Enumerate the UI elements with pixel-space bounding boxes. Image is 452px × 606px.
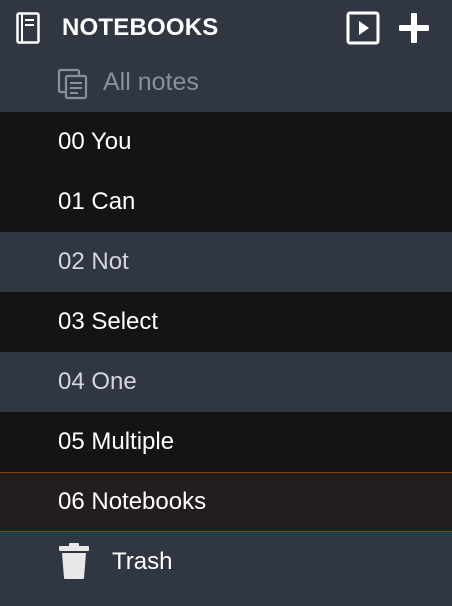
trash-icon [58,542,90,580]
notebook-item[interactable]: 00 You [0,112,452,172]
notebooks-title: NOTEBOOKS [62,14,219,41]
play-icon [346,11,380,45]
sidebar: NOTEBOOKS All notes 00 You 01 Can 02 Not… [0,0,452,606]
notebook-item[interactable]: 01 Can [0,172,452,232]
notebook-label: 03 Select [58,308,159,335]
add-notebook-button[interactable] [397,11,431,45]
all-notes-item[interactable]: All notes [0,54,452,112]
notebook-label: 06 Notebooks [58,488,207,515]
notebook-item[interactable]: 02 Not [0,232,452,292]
notebook-label: 02 Not [58,248,129,275]
notebook-label: 01 Can [58,188,136,215]
notebook-item[interactable]: 04 One [0,352,452,412]
notebook-item[interactable]: 05 Multiple [0,412,452,472]
notebook-list: 00 You 01 Can 02 Not 03 Select 04 One 05… [0,112,452,532]
trash-item[interactable]: Trash [0,532,452,592]
notebook-item[interactable]: 03 Select [0,292,452,352]
book-icon [16,12,40,44]
all-notes-label: All notes [103,68,199,96]
notebook-label: 05 Multiple [58,428,175,455]
trash-label: Trash [112,548,173,575]
plus-icon [399,13,429,43]
notes-icon [56,66,90,100]
notebook-item-active[interactable]: 06 Notebooks [0,472,452,532]
play-button[interactable] [346,11,380,45]
sidebar-header: NOTEBOOKS [0,0,452,54]
notebook-label: 00 You [58,128,132,155]
notebook-label: 04 One [58,368,137,395]
